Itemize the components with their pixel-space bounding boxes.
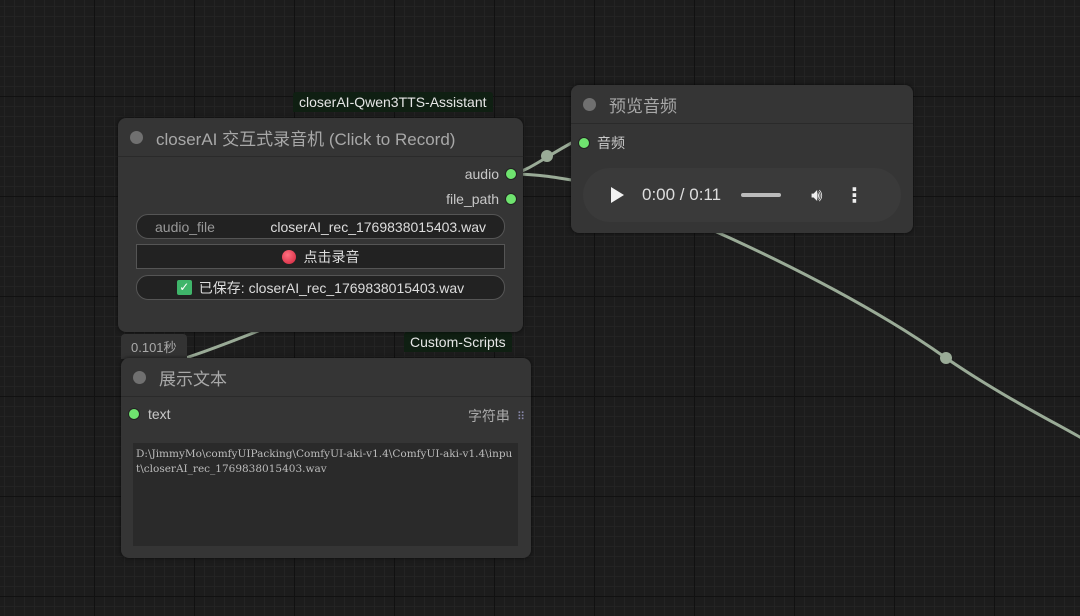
more-options-icon[interactable]: ⋮ <box>844 183 864 208</box>
volume-icon[interactable]: 🔊︎ <box>811 185 822 206</box>
playback-time: 0:00 / 0:11 <box>642 185 722 204</box>
audio-file-label: audio_file <box>155 218 215 235</box>
recorder-node[interactable]: closerAI 交互式录音机 (Click to Record) audio … <box>118 118 523 332</box>
record-icon <box>281 249 296 264</box>
show-text-node[interactable]: 展示文本 text 字符串 ⠿ D:\JimmyMo\comfyUIPacking… <box>121 358 531 558</box>
collapse-dot[interactable] <box>130 130 143 144</box>
progress-slider[interactable] <box>741 193 782 197</box>
collapse-dot[interactable] <box>133 370 146 384</box>
saved-status-text: 已保存: closerAI_rec_1769838015403.wav <box>198 279 465 296</box>
record-button-label: 点击录音 <box>303 248 360 265</box>
link-midpoint <box>940 352 952 364</box>
node-title: closerAI 交互式录音机 (Click to Record) <box>156 129 456 149</box>
input-audio-socket[interactable] <box>578 137 590 149</box>
link-midpoint <box>541 150 553 162</box>
node-title: 展示文本 <box>159 369 227 389</box>
play-icon[interactable] <box>611 187 624 203</box>
grid-handle-icon[interactable]: ⠿ <box>517 410 525 423</box>
group-label-qwen3tts: closerAI-Qwen3TTS-Assistant <box>293 92 493 112</box>
text-content-area[interactable]: D:\JimmyMo\comfyUIPacking\ComfyUI-aki-v1… <box>133 443 518 546</box>
input-text-label: text <box>148 406 171 422</box>
checkmark-icon: ✓ <box>176 280 192 295</box>
output-file-path-socket[interactable] <box>505 193 517 205</box>
execution-time-badge: 0.101秒 <box>121 334 187 359</box>
input-audio-label: 音频 <box>597 135 625 151</box>
node-title: 预览音频 <box>609 96 677 116</box>
input-text-socket[interactable] <box>128 408 140 420</box>
group-label-custom-scripts: Custom-Scripts <box>404 332 512 352</box>
audio-player[interactable]: 0:00 / 0:11 🔊︎ ⋮ <box>583 168 901 222</box>
record-button[interactable]: 点击录音 <box>136 244 505 269</box>
collapse-dot[interactable] <box>583 97 596 111</box>
preview-audio-node[interactable]: 预览音频 音频 0:00 / 0:11 🔊︎ ⋮ <box>571 85 913 233</box>
output-file-path-label: file_path <box>446 191 499 207</box>
audio-file-value: closerAI_rec_1769838015403.wav <box>270 218 486 235</box>
audio-file-combo[interactable]: audio_file closerAI_rec_1769838015403.wa… <box>136 214 505 239</box>
input-type-label: 字符串 <box>467 408 510 424</box>
output-audio-socket[interactable] <box>505 168 517 180</box>
output-audio-label: audio <box>464 166 499 182</box>
saved-status: ✓ 已保存: closerAI_rec_1769838015403.wav <box>136 275 505 300</box>
